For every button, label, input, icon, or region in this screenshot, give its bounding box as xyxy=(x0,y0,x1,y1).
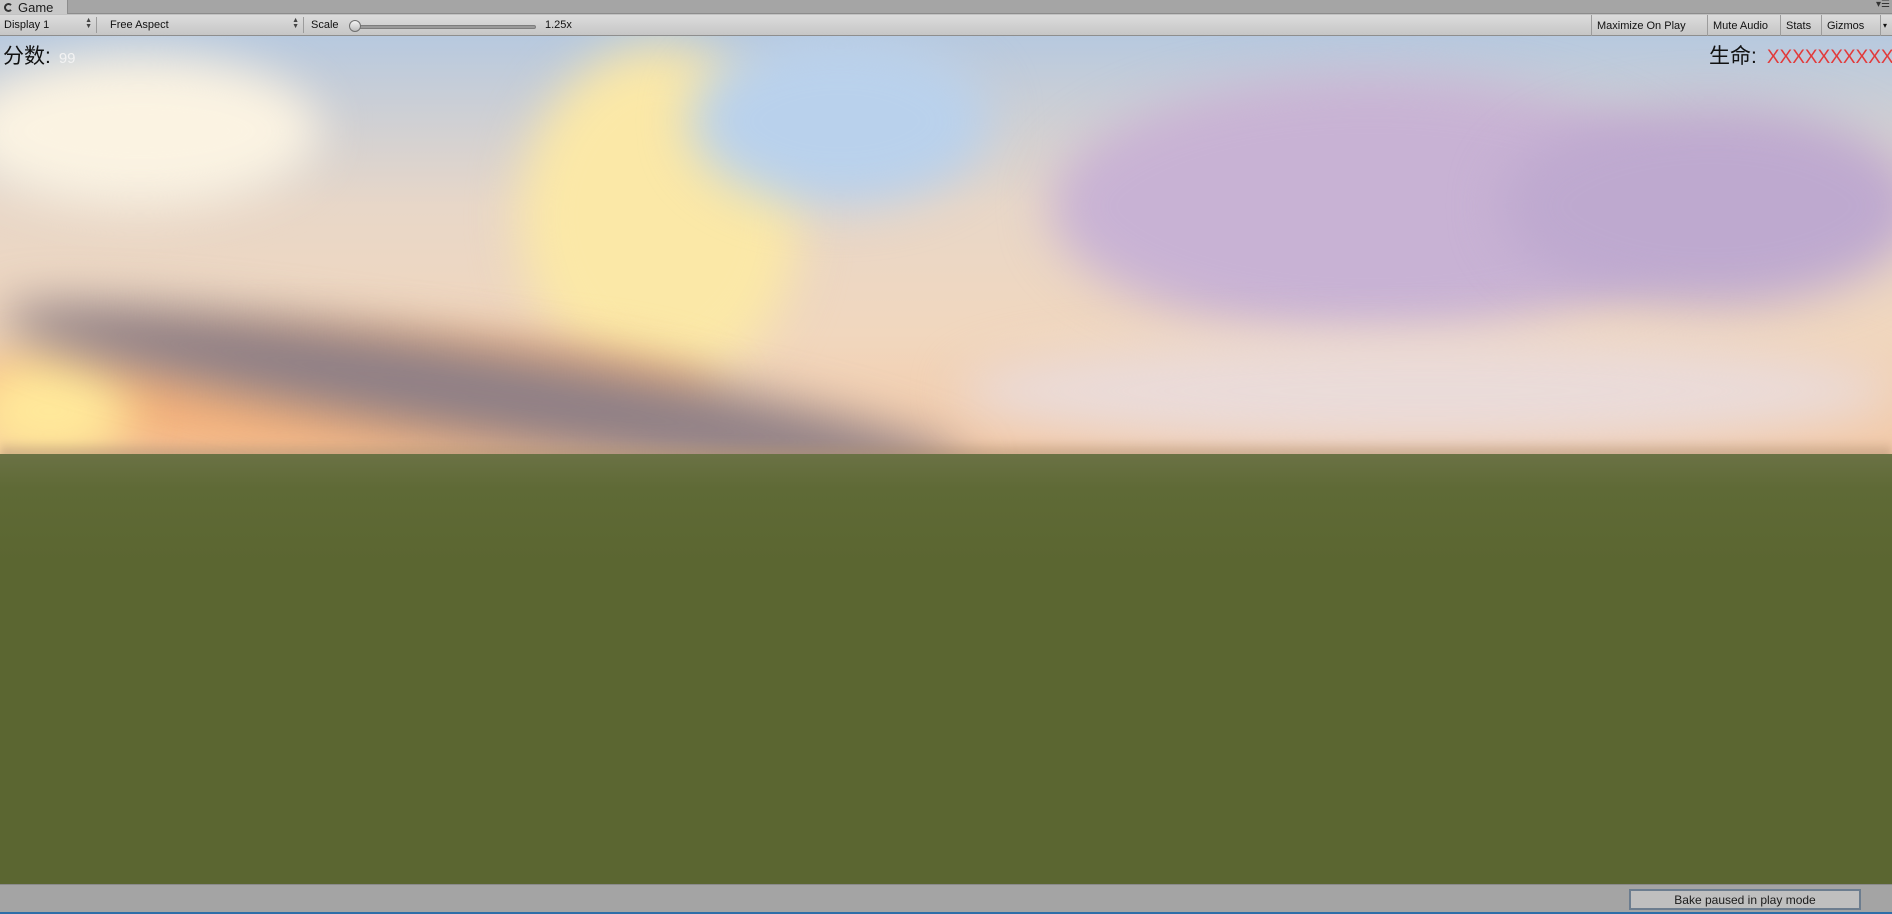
aspect-dropdown[interactable]: Free Aspect ▲ ▼ xyxy=(106,17,304,33)
stats-toggle[interactable]: Stats xyxy=(1780,15,1821,36)
updown-arrow-icon: ▲ ▼ xyxy=(85,17,92,30)
life-label: 生命: xyxy=(1709,45,1757,68)
gizmos-toggle[interactable]: Gizmos xyxy=(1821,15,1880,36)
ground-terrain xyxy=(0,454,1892,884)
mute-audio-label: Mute Audio xyxy=(1713,19,1769,32)
bake-status-label: Bake paused in play mode xyxy=(1674,892,1816,907)
display-dropdown-label: Display 1 xyxy=(4,19,50,31)
maximize-on-play-label: Maximize On Play xyxy=(1597,19,1686,32)
game-controller-icon xyxy=(4,2,13,12)
score-value: 99 xyxy=(58,50,76,67)
bake-status[interactable]: Bake paused in play mode xyxy=(1629,889,1861,910)
game-toolbar: Display 1 ▲ ▼ Free Aspect ▲ ▼ Scale 1.25x … xyxy=(0,15,1892,36)
cloud xyxy=(0,56,320,206)
life-display: 生命: XXXXXXXXXXX xyxy=(1709,40,1892,70)
updown-arrow-icon: ▲ ▼ xyxy=(292,17,299,30)
scale-value: 1.25x xyxy=(545,19,572,31)
scale-slider-thumb[interactable] xyxy=(349,20,361,32)
game-tab-label: Game xyxy=(18,0,54,15)
score-label: 分数: xyxy=(3,45,51,68)
blue-sky-patch xyxy=(690,36,990,206)
aspect-dropdown-label: Free Aspect xyxy=(110,19,169,31)
scale-label: Scale xyxy=(311,19,339,31)
life-marks: XXXXXXXXXXX xyxy=(1766,47,1892,68)
mute-audio-toggle[interactable]: Mute Audio xyxy=(1707,15,1780,36)
game-tab[interactable]: Game xyxy=(0,0,69,15)
stats-label: Stats xyxy=(1786,19,1812,32)
horizon-haze xyxy=(960,336,1890,446)
gizmos-label: Gizmos xyxy=(1827,19,1865,32)
gizmos-dropdown-arrow[interactable]: ▾ xyxy=(1880,15,1892,36)
display-dropdown[interactable]: Display 1 ▲ ▼ xyxy=(0,17,97,33)
sky xyxy=(0,36,1892,514)
game-viewport[interactable]: 分数: 99 生命: XXXXXXXXXXX xyxy=(0,36,1892,884)
panel-menu-icon[interactable]: ▾☰ xyxy=(1876,0,1890,10)
window-tab-strip: Game ▾☰ xyxy=(0,0,1892,15)
status-bar: Bake paused in play mode xyxy=(0,884,1892,914)
maximize-on-play-toggle[interactable]: Maximize On Play xyxy=(1591,15,1707,36)
score-display: 分数: 99 xyxy=(3,40,76,70)
scale-slider-track[interactable] xyxy=(352,25,536,29)
